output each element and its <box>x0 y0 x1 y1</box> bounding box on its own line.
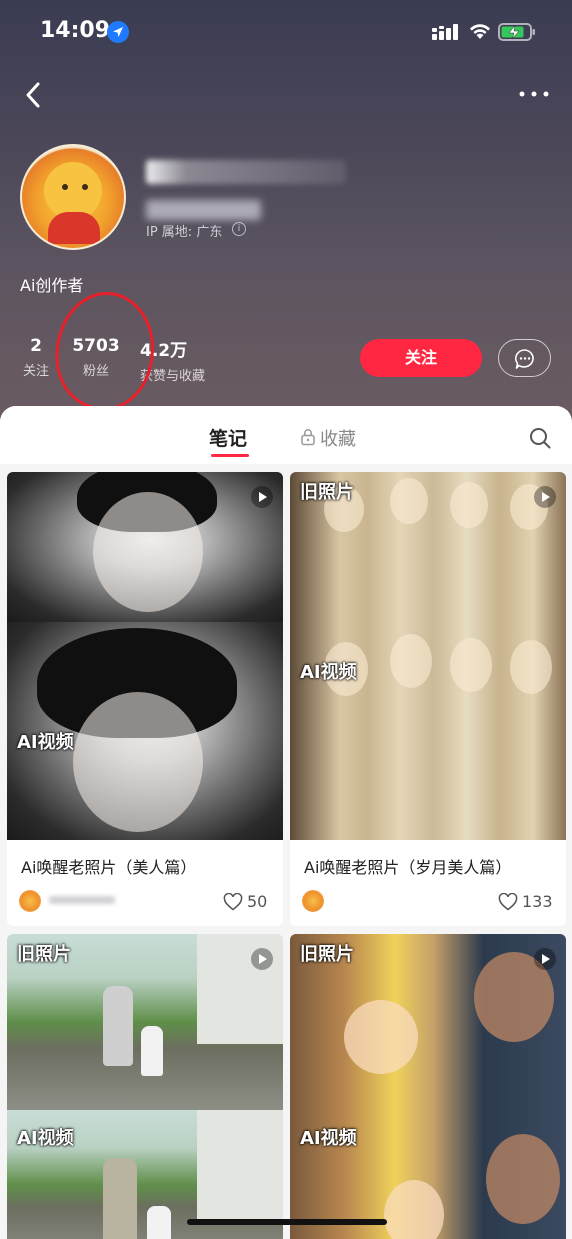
play-icon <box>251 486 273 508</box>
location-arrow-icon <box>107 21 129 43</box>
tag-ai-video: AI视频 <box>17 732 74 753</box>
note-card[interactable]: AI视频 Ai唤醒老照片（美人篇） 50 <box>7 472 283 926</box>
note-thumbnail <box>7 472 283 622</box>
lock-icon <box>301 429 315 446</box>
note-thumbnail <box>290 622 566 840</box>
play-icon <box>251 948 273 970</box>
more-icon[interactable] <box>518 84 550 104</box>
wifi-icon <box>470 24 490 39</box>
heart-icon[interactable] <box>498 893 518 911</box>
tag-old-photo: 旧照片 <box>17 944 71 965</box>
battery-charging-icon <box>498 23 535 41</box>
like-count: 50 <box>247 892 268 911</box>
tag-ai-video: AI视频 <box>300 662 357 683</box>
back-icon[interactable] <box>20 78 50 112</box>
home-indicator[interactable] <box>187 1219 387 1225</box>
stat-following-label: 关注 <box>22 364 49 379</box>
chat-button[interactable] <box>498 339 551 377</box>
heart-icon[interactable] <box>223 893 243 911</box>
note-title: Ai唤醒老照片（美人篇） <box>21 858 197 877</box>
tab-collections[interactable]: 收藏 <box>320 425 356 451</box>
tag-old-photo: 旧照片 <box>300 482 354 503</box>
signal-icon <box>432 24 458 40</box>
note-title: Ai唤醒老照片（岁月美人篇） <box>304 858 512 877</box>
note-card[interactable]: 旧照片 AI视频 <box>7 934 283 1239</box>
chat-icon <box>515 349 534 369</box>
tab-bar: 笔记 收藏 <box>0 406 572 464</box>
follow-button[interactable]: 关注 <box>360 339 482 377</box>
tag-old-photo: 旧照片 <box>300 944 354 965</box>
stat-likes-label: 获赞与收藏 <box>140 369 206 384</box>
stat-following[interactable]: 2 关注 <box>20 336 52 379</box>
play-icon <box>534 948 556 970</box>
tag-ai-video: AI视频 <box>300 1128 357 1149</box>
stat-following-value: 2 <box>30 336 42 356</box>
status-bar: 14:09 <box>0 0 572 64</box>
like-count: 133 <box>522 892 553 911</box>
play-icon <box>534 486 556 508</box>
ip-location: IP 属地: 广东 <box>146 225 223 240</box>
info-icon[interactable]: i <box>232 222 246 236</box>
content-panel: 笔记 收藏 AI视频 Ai唤醒老照片（美人篇） 50 旧照片 AI视频 Ai唤醒… <box>0 406 572 1239</box>
note-card[interactable]: 旧照片 AI视频 Ai唤醒老照片（岁月美人篇） 133 <box>290 472 566 926</box>
user-id-redacted <box>146 200 261 220</box>
search-icon[interactable] <box>528 426 552 450</box>
tab-active-indicator <box>211 454 249 457</box>
tag-ai-video: AI视频 <box>17 1128 74 1149</box>
status-time: 14:09 <box>40 18 111 43</box>
author-name-redacted <box>49 896 115 904</box>
tab-notes[interactable]: 笔记 <box>209 424 247 451</box>
avatar[interactable] <box>20 144 126 250</box>
author-avatar[interactable] <box>19 890 41 912</box>
note-card[interactable]: 旧照片 AI视频 <box>290 934 566 1239</box>
author-avatar[interactable] <box>302 890 324 912</box>
bio: Ai创作者 <box>20 276 84 295</box>
username-redacted <box>146 160 346 184</box>
